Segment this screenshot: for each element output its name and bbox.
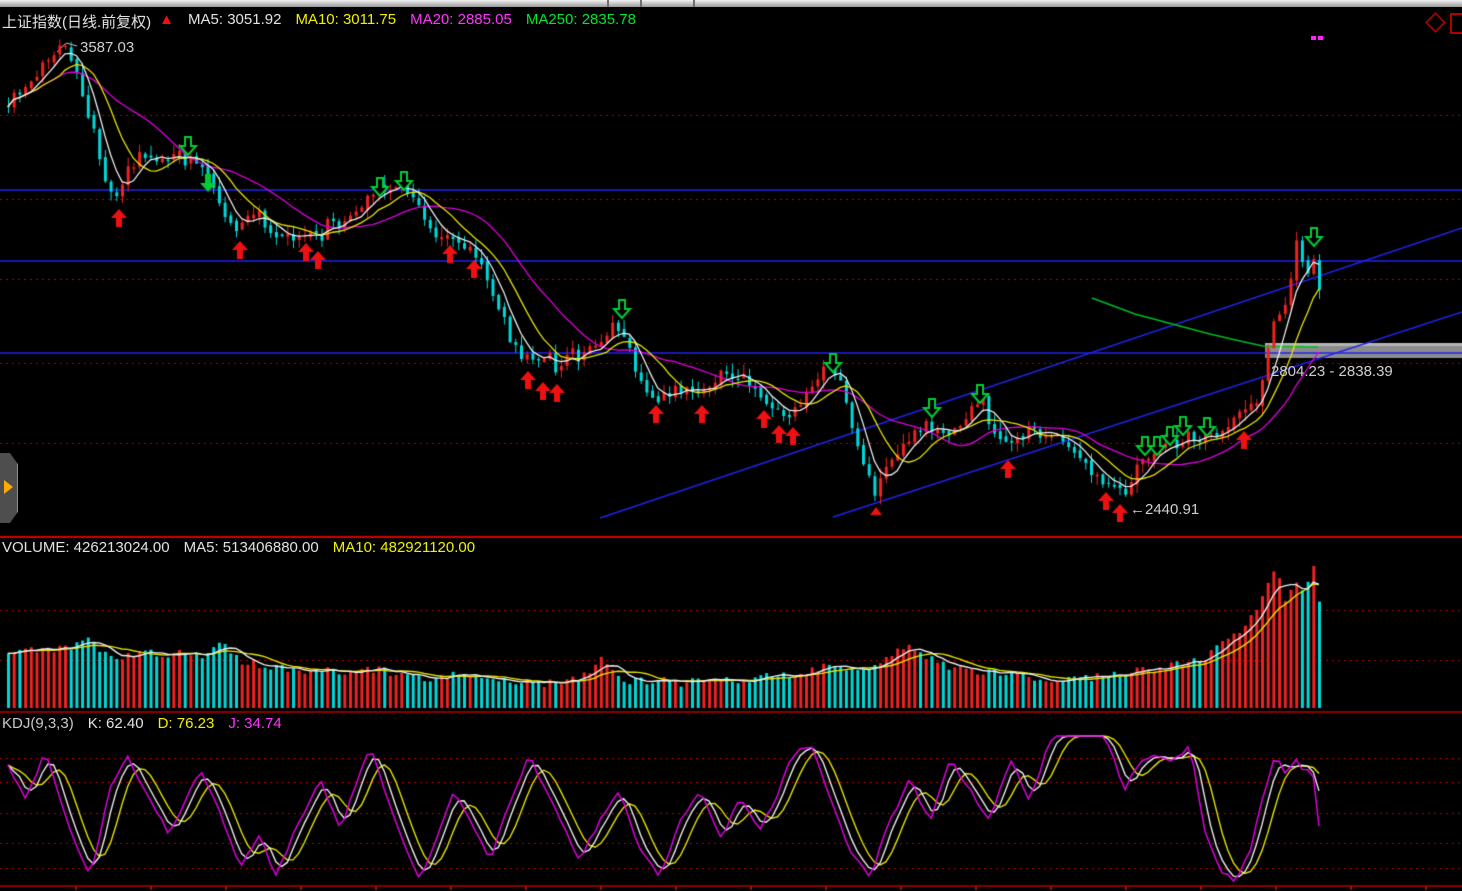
volume-ma10: MA10: 482921120.00 (333, 539, 475, 556)
scrollbar-notch (607, 0, 609, 7)
ma10-legend: MA10: 3011.75 (295, 11, 396, 32)
ma250-legend: MA250: 2835.78 (526, 11, 636, 32)
ma20-legend: MA20: 2885.05 (410, 11, 512, 32)
scrollbar-notch (640, 0, 642, 7)
volume-value: VOLUME: 426213024.00 (2, 539, 170, 556)
index-title: 上证指数(日线.前复权) (2, 11, 151, 32)
chart-canvas[interactable] (0, 0, 1462, 891)
range-box-label: 2804.23 - 2838.39 (1271, 363, 1393, 380)
up-arrow-icon: ▲ (159, 11, 174, 32)
magenta-marker (1318, 36, 1323, 40)
scrollbar-notch (693, 0, 695, 7)
volume-pane-header: VOLUME: 426213024.00 MA5: 513406880.00 M… (2, 539, 475, 556)
kdj-k-value: K: 62.40 (88, 715, 144, 732)
main-pane-header: 上证指数(日线.前复权) ▲ MA5: 3051.92 MA10: 3011.7… (2, 11, 636, 32)
kdj-pane-header: KDJ(9,3,3) K: 62.40 D: 76.23 J: 34.74 (2, 715, 282, 732)
low-price-label: ←2440.91 (1130, 501, 1199, 518)
sidebar-flyout-handle[interactable] (0, 453, 18, 523)
kdj-label: KDJ(9,3,3) (2, 715, 74, 732)
top-scrollbar[interactable] (0, 0, 1462, 7)
ma5-legend: MA5: 3051.92 (188, 11, 281, 32)
kdj-j-value: J: 34.74 (228, 715, 281, 732)
volume-ma5: MA5: 513406880.00 (184, 539, 319, 556)
kdj-d-value: D: 76.23 (158, 715, 215, 732)
magenta-marker (1311, 36, 1316, 40)
peak-price-label: 3587.03 (80, 39, 134, 56)
rectangle-annotation-icon (1450, 13, 1462, 34)
trading-app-window: 上证指数(日线.前复权) ▲ MA5: 3051.92 MA10: 3011.7… (0, 0, 1462, 891)
expand-arrow-icon (4, 480, 13, 494)
